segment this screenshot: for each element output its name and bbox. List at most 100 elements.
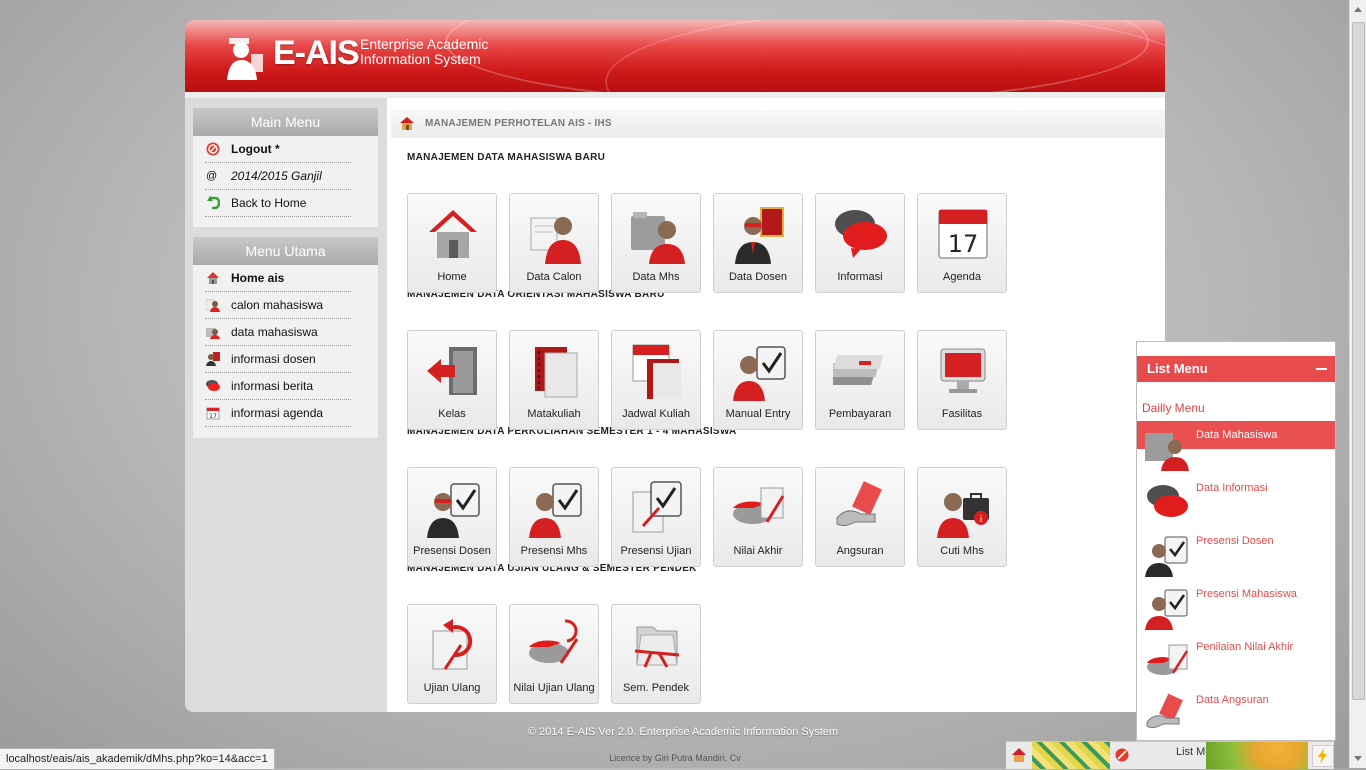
tile-kelas[interactable]: Kelas <box>407 330 497 430</box>
tile-home[interactable]: Home <box>407 193 497 293</box>
logout-link[interactable]: Logout * <box>193 136 378 163</box>
chat-bubble-icon <box>835 210 887 258</box>
menu-informasi-agenda[interactable]: 17 informasi agenda <box>193 400 378 427</box>
student-checklist-icon <box>529 483 582 538</box>
user-icon <box>206 299 220 312</box>
list-menu-panel: List Menu Dailly Menu Data Mahasiswa Dat… <box>1136 341 1336 741</box>
stop-icon <box>206 142 220 156</box>
folder-user-icon <box>631 212 685 264</box>
tile-data-calon[interactable]: Data Calon <box>509 193 599 293</box>
tile-fasilitas[interactable]: Fasilitas <box>917 330 1007 430</box>
home-icon[interactable] <box>399 116 415 130</box>
sidebar: Main Menu Logout * @ 2014/2015 Ganjil Ba… <box>185 98 387 712</box>
tile-angsuran[interactable]: Angsuran <box>815 467 905 567</box>
vertical-scrollbar[interactable] <box>1349 0 1366 768</box>
daily-menu-heading: Dailly Menu <box>1142 401 1205 415</box>
list-item-data-informasi[interactable]: Data Informasi <box>1137 474 1335 517</box>
chat-bubble-icon <box>1147 485 1188 517</box>
page-container: E-AIS Enterprise Academic Information Sy… <box>185 20 1165 712</box>
brand-logo: E-AIS <box>273 34 360 72</box>
tile-data-mhs[interactable]: Data Mhs <box>611 193 701 293</box>
tile-data-dosen[interactable]: Data Dosen <box>713 193 803 293</box>
home-icon <box>207 272 219 284</box>
folder-ribbon-icon <box>634 626 680 668</box>
back-to-home-link[interactable]: Back to Home <box>193 190 378 217</box>
folder-user-icon <box>1145 433 1189 471</box>
tile-presensi-dosen[interactable]: Presensi Dosen <box>407 467 497 567</box>
tile-nilai-ujian-ulang[interactable]: Nilai Ujian Ulang <box>509 604 599 704</box>
menu-informasi-berita[interactable]: informasi berita <box>193 373 378 400</box>
student-briefcase-icon: i <box>937 493 989 538</box>
tile-informasi[interactable]: Informasi <box>815 193 905 293</box>
tile-presensi-ujian[interactable]: Presensi Ujian <box>611 467 701 567</box>
tile-manual-entry[interactable]: Manual Entry <box>713 330 803 430</box>
dock-thumbnail[interactable] <box>1032 742 1110 769</box>
breadcrumb-text: MANAJEMEN PERHOTELAN AIS - IHS <box>425 118 612 129</box>
tile-cuti-mhs[interactable]: i Cuti Mhs <box>917 467 1007 567</box>
money-stack-icon <box>833 355 884 385</box>
semester-info: @ 2014/2015 Ganjil <box>193 163 378 190</box>
stop-icon[interactable] <box>1115 748 1129 762</box>
menu-home-ais[interactable]: Home ais <box>193 265 378 292</box>
menu-data-mahasiswa[interactable]: data mahasiswa <box>193 319 378 346</box>
scroll-down-arrow-icon[interactable] <box>1354 756 1362 761</box>
menu-utama-box: Menu Utama Home ais calon mahasiswa data… <box>193 237 378 438</box>
grade-chart-icon <box>733 487 785 524</box>
chat-icon <box>206 380 220 391</box>
minimize-icon[interactable] <box>1316 368 1327 370</box>
lightning-icon[interactable] <box>1312 745 1334 767</box>
tile-nilai-akhir[interactable]: Nilai Akhir <box>713 467 803 567</box>
calendar-icon: 17 <box>206 407 220 420</box>
tile-agenda[interactable]: 17 Agenda <box>917 193 1007 293</box>
tile-presensi-mhs[interactable]: Presensi Mhs <box>509 467 599 567</box>
svg-text:i: i <box>980 515 983 525</box>
student-checklist-icon <box>1145 589 1188 630</box>
list-menu-header: List Menu <box>1137 356 1335 382</box>
list-item-presensi-mahasiswa[interactable]: Presensi Mahasiswa <box>1137 580 1335 630</box>
teacher-icon <box>206 352 220 366</box>
teacher-checklist-icon <box>427 483 480 538</box>
dock-fruit-thumbnail <box>1206 742 1308 769</box>
list-item-penilaian-nilai-akhir[interactable]: Penilaian Nilai Akhir <box>1137 633 1335 675</box>
list-item-data-mahasiswa[interactable]: Data Mahasiswa <box>1137 421 1335 471</box>
teacher-icon <box>735 207 784 264</box>
calendar-icon: 17 <box>938 209 988 259</box>
hand-payment-icon <box>836 481 882 527</box>
main-menu-box: Main Menu Logout * @ 2014/2015 Ganjil Ba… <box>193 108 378 227</box>
menu-utama-title: Menu Utama <box>193 237 378 265</box>
main-menu-title: Main Menu <box>193 108 378 136</box>
monitor-icon <box>940 348 986 393</box>
brand-tagline: Enterprise Academic Information System <box>360 36 489 67</box>
home-icon[interactable] <box>1011 747 1027 763</box>
exam-checklist-icon <box>632 481 682 533</box>
menu-calon-mahasiswa[interactable]: calon mahasiswa <box>193 292 378 319</box>
svg-text:17: 17 <box>948 230 979 258</box>
status-bar-url: localhost/eais/ais_akademik/dMhs.php?ko=… <box>0 748 275 770</box>
scroll-thumb[interactable] <box>1352 22 1365 700</box>
tile-ujian-ulang[interactable]: Ujian Ulang <box>407 604 497 704</box>
dock-taskbar: List Menu <box>1006 741 1334 769</box>
tile-pembayaran[interactable]: Pembayaran <box>815 330 905 430</box>
svg-text:17: 17 <box>209 413 217 420</box>
book-icon <box>535 347 578 398</box>
user-document-icon <box>530 217 581 264</box>
breadcrumb: MANAJEMEN PERHOTELAN AIS - IHS <box>391 110 1165 138</box>
retake-exam-icon <box>432 619 473 670</box>
tile-sem-pendek[interactable]: Sem. Pendek <box>611 604 701 704</box>
tile-jadwal-kuliah[interactable]: Jadwal Kuliah <box>611 330 701 430</box>
house-icon <box>429 210 477 258</box>
main-content: MANAJEMEN PERHOTELAN AIS - IHS MANAJEMEN… <box>387 98 1165 712</box>
checklist-user-icon <box>733 346 786 401</box>
scroll-up-arrow-icon[interactable] <box>1354 7 1362 12</box>
section-title: MANAJEMEN DATA MAHASISWA BARU <box>407 152 606 163</box>
back-arrow-icon <box>207 196 220 210</box>
list-item-presensi-dosen[interactable]: Presensi Dosen <box>1137 527 1335 577</box>
hand-payment-icon <box>1146 693 1183 729</box>
teacher-checklist-icon <box>1145 536 1188 577</box>
menu-informasi-dosen[interactable]: informasi dosen <box>193 346 378 373</box>
list-item-data-angsuran[interactable]: Data Angsuran <box>1137 686 1335 729</box>
schedule-book-icon <box>632 344 681 399</box>
at-icon: @ <box>206 170 218 182</box>
folder-user-icon <box>206 328 220 339</box>
tile-matakuliah[interactable]: Matakuliah <box>509 330 599 430</box>
